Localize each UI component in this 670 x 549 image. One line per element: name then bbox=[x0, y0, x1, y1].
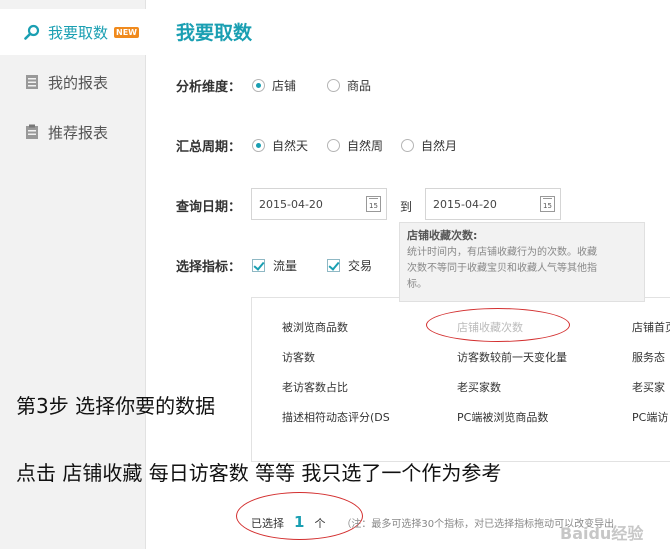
metric-category-traffic[interactable]: 流量 bbox=[252, 257, 297, 274]
metric-category-trade[interactable]: 交易 bbox=[327, 257, 372, 274]
metric-item[interactable]: 老访客数占比 bbox=[282, 379, 348, 395]
metric-item[interactable]: 访客数较前一天变化量 bbox=[457, 349, 567, 365]
selected-prefix: 已选择 bbox=[251, 517, 284, 530]
option-label: 商品 bbox=[347, 79, 372, 93]
metric-item[interactable]: 描述相符动态评分(DS bbox=[282, 409, 390, 425]
option-label: 流量 bbox=[273, 259, 298, 273]
checkbox-checked[interactable] bbox=[252, 259, 265, 272]
list-icon bbox=[24, 74, 40, 90]
end-date-input[interactable]: 2015-04-20 15 bbox=[425, 188, 561, 220]
metric-item[interactable]: 被浏览商品数 bbox=[282, 319, 348, 335]
selected-count: 1 bbox=[294, 513, 305, 531]
watermark-logo: Baidu经验 bbox=[560, 524, 644, 543]
start-date-input[interactable]: 2015-04-20 15 bbox=[251, 188, 387, 220]
selected-unit: 个 bbox=[314, 517, 326, 530]
new-badge: NEW bbox=[114, 26, 139, 38]
period-option-month[interactable]: 自然月 bbox=[401, 137, 457, 154]
tooltip-title: 店铺收藏次数: bbox=[407, 229, 478, 242]
date-label: 查询日期： bbox=[176, 200, 242, 215]
radio-unchecked[interactable] bbox=[327, 139, 340, 152]
tooltip-line: 次数不等同于收藏宝贝和收藏人气等其他指 bbox=[407, 263, 597, 274]
start-date-value: 2015-04-20 bbox=[259, 197, 323, 211]
metric-item[interactable]: 访客数 bbox=[282, 349, 315, 365]
option-label: 自然天 bbox=[272, 139, 309, 153]
sidebar-item-label: 推荐报表 bbox=[48, 123, 109, 142]
metric-item[interactable]: 老买家 bbox=[632, 379, 665, 395]
period-option-day[interactable]: 自然天 bbox=[252, 137, 308, 154]
end-date-value: 2015-04-20 bbox=[433, 197, 497, 211]
metric-tooltip: 店铺收藏次数: 统计时间内，有店铺收藏行为的次数。收藏 次数不等同于收藏宝贝和收… bbox=[399, 222, 645, 302]
radio-unchecked[interactable] bbox=[327, 79, 340, 92]
calendar-icon[interactable]: 15 bbox=[540, 196, 555, 212]
metrics-label: 选择指标： bbox=[176, 260, 242, 275]
calendar-icon[interactable]: 15 bbox=[366, 196, 381, 212]
tutorial-instruction-text: 点击 店铺收藏 每日访客数 等等 我只选了一个作为参考 bbox=[16, 461, 502, 485]
page-title: 我要取数 bbox=[176, 22, 253, 44]
tooltip-line: 统计时间内，有店铺收藏行为的次数。收藏 bbox=[407, 247, 597, 258]
dimension-option-store[interactable]: 店铺 bbox=[252, 77, 296, 94]
sidebar-item-get-data[interactable]: 我要取数 NEW bbox=[0, 9, 146, 55]
dimension-label: 分析维度： bbox=[176, 80, 242, 95]
sidebar-item-recommended-reports[interactable]: 推荐报表 bbox=[0, 109, 145, 155]
metric-item[interactable]: 服务态 bbox=[632, 349, 665, 365]
radio-checked[interactable] bbox=[252, 139, 265, 152]
metric-item[interactable]: 店铺首页 bbox=[632, 319, 670, 335]
clipboard-icon bbox=[24, 124, 40, 140]
option-label: 店铺 bbox=[272, 79, 297, 93]
option-label: 交易 bbox=[348, 259, 373, 273]
annotation-circle bbox=[426, 308, 570, 342]
date-to-label: 到 bbox=[400, 200, 413, 214]
metric-item[interactable]: PC端访 bbox=[632, 409, 668, 425]
radio-checked[interactable] bbox=[252, 79, 265, 92]
sidebar-item-label: 我的报表 bbox=[48, 73, 109, 92]
period-label: 汇总周期： bbox=[176, 140, 242, 155]
period-option-week[interactable]: 自然周 bbox=[327, 137, 383, 154]
tutorial-step-text: 第3步 选择你要的数据 bbox=[16, 394, 216, 418]
option-label: 自然月 bbox=[421, 139, 458, 153]
checkbox-checked[interactable] bbox=[327, 259, 340, 272]
radio-unchecked[interactable] bbox=[401, 139, 414, 152]
tooltip-line: 标。 bbox=[407, 279, 427, 290]
metric-item[interactable]: 老买家数 bbox=[457, 379, 501, 395]
search-icon bbox=[24, 24, 40, 40]
sidebar-item-my-reports[interactable]: 我的报表 bbox=[0, 59, 145, 105]
metric-item[interactable]: PC端被浏览商品数 bbox=[457, 409, 548, 425]
option-label: 自然周 bbox=[347, 139, 384, 153]
sidebar-item-label: 我要取数 bbox=[48, 23, 109, 42]
dimension-option-product[interactable]: 商品 bbox=[327, 77, 371, 94]
